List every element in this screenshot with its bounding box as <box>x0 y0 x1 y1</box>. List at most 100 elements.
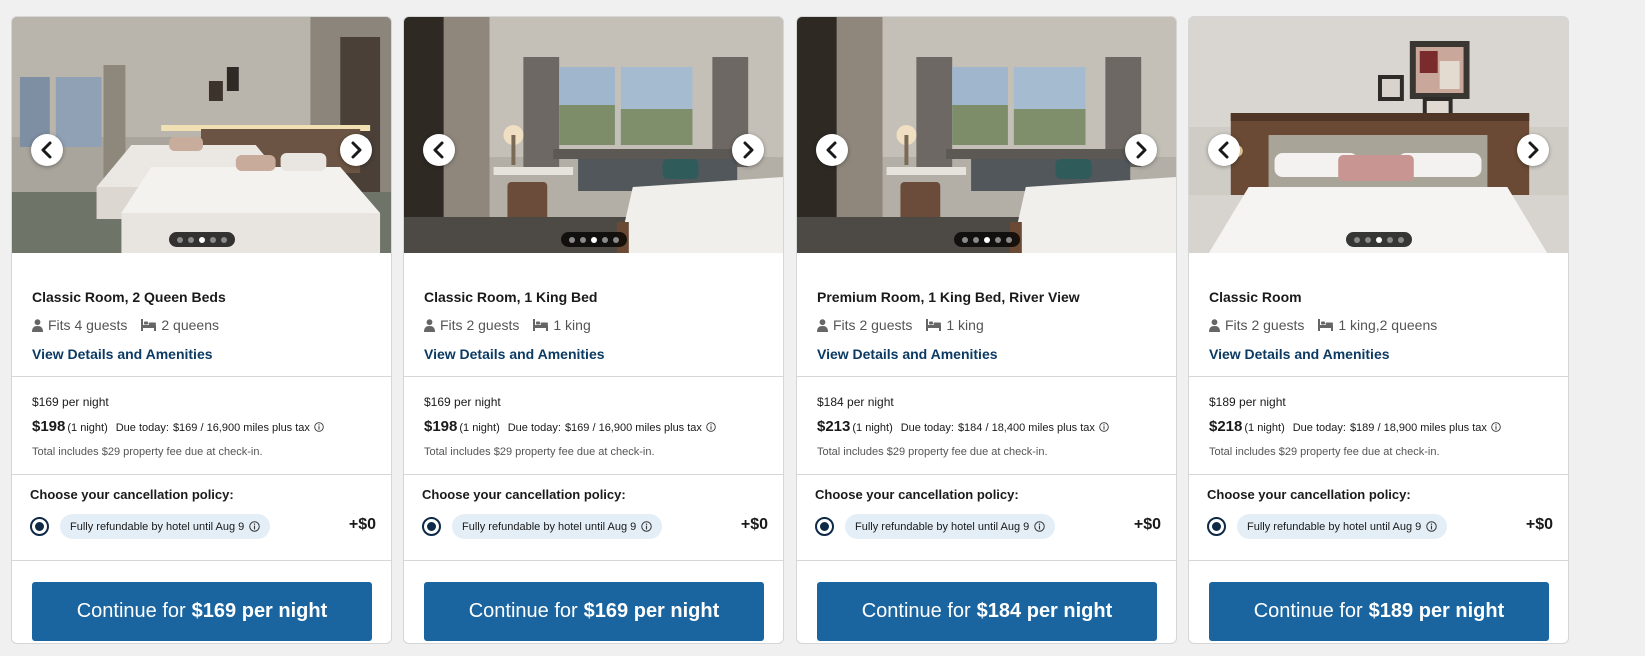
property-fee-note: Total includes $29 property fee due at c… <box>424 446 655 458</box>
bed-type-text: 1 king <box>553 317 591 333</box>
view-details-link[interactable]: View Details and Amenities <box>1209 346 1390 362</box>
due-today-label: Due today: <box>1292 422 1346 434</box>
photo-pagination <box>168 232 235 247</box>
continue-button[interactable]: Continue for $189 per night <box>1209 582 1549 641</box>
night-count: (1 night) <box>67 422 108 434</box>
photo-dot[interactable] <box>972 236 979 243</box>
due-today-label: Due today: <box>115 422 169 434</box>
due-today-value: $169 / 16,900 miles plus tax <box>564 422 702 434</box>
room-photo-carousel[interactable] <box>797 17 1176 253</box>
view-details-link[interactable]: View Details and Amenities <box>32 346 213 362</box>
photo-dot[interactable] <box>612 236 619 243</box>
next-photo-button[interactable] <box>732 134 764 166</box>
refund-policy-badge[interactable]: Fully refundable by hotel until Aug 9 <box>845 514 1056 539</box>
photo-dot[interactable] <box>601 236 608 243</box>
night-count: (1 night) <box>1244 422 1285 434</box>
room-card: Classic Room Fits 2 guests 1 king,2 quee… <box>1188 16 1569 644</box>
room-features: Fits 2 guests 1 king <box>424 317 605 333</box>
bed-icon <box>1318 319 1334 331</box>
photo-pagination <box>560 232 627 247</box>
cancellation-section: Choose your cancellation policy: Fully r… <box>1189 475 1568 561</box>
person-icon <box>1209 318 1220 332</box>
info-icon[interactable] <box>314 422 324 432</box>
info-icon[interactable] <box>1099 422 1109 432</box>
guest-capacity-text: Fits 2 guests <box>440 317 520 333</box>
photo-dot[interactable] <box>1353 236 1360 243</box>
photo-pagination <box>1345 232 1412 247</box>
room-photo-carousel[interactable] <box>404 17 783 253</box>
guest-capacity: Fits 2 guests <box>424 317 519 333</box>
chevron-left-icon <box>41 141 52 159</box>
cancellation-policy-radio[interactable] <box>422 517 441 536</box>
room-features: Fits 4 guests 2 queens <box>32 317 233 333</box>
previous-photo-button[interactable] <box>1208 134 1240 166</box>
nightly-rate: $169 per night <box>424 395 501 409</box>
price-summary: $213 (1 night) Due today: $184 / 18,400 … <box>817 418 1109 435</box>
photo-dot[interactable] <box>590 236 597 243</box>
room-photo-carousel[interactable] <box>1189 17 1568 253</box>
previous-photo-button[interactable] <box>423 134 455 166</box>
room-card: Classic Room, 2 Queen Beds Fits 4 guests… <box>11 16 392 644</box>
policy-extra-cost: +$0 <box>348 516 376 533</box>
continue-button-prefix: Continue for <box>76 600 186 622</box>
continue-button-price: $189 per night <box>1368 600 1505 622</box>
photo-dot[interactable] <box>579 236 586 243</box>
cancellation-section: Choose your cancellation policy: Fully r… <box>12 475 391 561</box>
refund-policy-text: Fully refundable by hotel until Aug 9 <box>70 520 245 533</box>
continue-button[interactable]: Continue for $169 per night <box>32 582 372 641</box>
next-photo-button[interactable] <box>340 134 372 166</box>
nightly-rate: $169 per night <box>32 395 109 409</box>
photo-dot[interactable] <box>1397 236 1404 243</box>
person-icon <box>817 318 828 332</box>
person-icon <box>32 318 43 332</box>
cancellation-policy-radio[interactable] <box>1207 517 1226 536</box>
next-photo-button[interactable] <box>1517 134 1549 166</box>
previous-photo-button[interactable] <box>31 134 63 166</box>
cancellation-policy-radio[interactable] <box>815 517 834 536</box>
continue-button[interactable]: Continue for $184 per night <box>817 582 1157 641</box>
photo-dot[interactable] <box>220 236 227 243</box>
info-icon[interactable] <box>706 422 716 432</box>
photo-dot[interactable] <box>961 236 968 243</box>
continue-button-price: $184 per night <box>976 600 1113 622</box>
cancellation-policy-radio[interactable] <box>30 517 49 536</box>
photo-dot[interactable] <box>198 236 205 243</box>
photo-dot[interactable] <box>209 236 216 243</box>
info-icon[interactable] <box>1491 422 1501 432</box>
photo-dot[interactable] <box>568 236 575 243</box>
cancellation-heading: Choose your cancellation policy: <box>422 487 626 502</box>
next-photo-button[interactable] <box>1125 134 1157 166</box>
refund-policy-badge[interactable]: Fully refundable by hotel until Aug 9 <box>1237 514 1448 539</box>
photo-dot[interactable] <box>1386 236 1393 243</box>
due-today-label: Due today: <box>507 422 561 434</box>
photo-dot[interactable] <box>1005 236 1012 243</box>
photo-dot[interactable] <box>1364 236 1371 243</box>
room-photo-carousel[interactable] <box>12 17 391 253</box>
room-card: Classic Room, 1 King Bed Fits 2 guests 1… <box>403 16 784 644</box>
photo-dot[interactable] <box>1375 236 1382 243</box>
photo-dot[interactable] <box>187 236 194 243</box>
guest-capacity: Fits 2 guests <box>1209 317 1304 333</box>
photo-dot[interactable] <box>994 236 1001 243</box>
view-details-link[interactable]: View Details and Amenities <box>424 346 605 362</box>
room-photo-image <box>1189 17 1568 253</box>
nightly-rate: $184 per night <box>817 395 894 409</box>
bed-type: 2 queens <box>141 317 219 333</box>
continue-button[interactable]: Continue for $169 per night <box>424 582 764 641</box>
view-details-link[interactable]: View Details and Amenities <box>817 346 998 362</box>
room-photo-image <box>404 17 783 253</box>
bed-type-text: 1 king <box>946 317 984 333</box>
continue-button-price: $169 per night <box>583 600 720 622</box>
chevron-left-icon <box>826 141 837 159</box>
refund-policy-badge[interactable]: Fully refundable by hotel until Aug 9 <box>452 514 663 539</box>
room-photo-image <box>797 17 1176 253</box>
bed-type: 1 king <box>533 317 591 333</box>
cancellation-heading: Choose your cancellation policy: <box>1207 487 1411 502</box>
photo-dot[interactable] <box>176 236 183 243</box>
previous-photo-button[interactable] <box>816 134 848 166</box>
photo-dot[interactable] <box>983 236 990 243</box>
refund-policy-badge[interactable]: Fully refundable by hotel until Aug 9 <box>60 514 271 539</box>
price-section: $184 per night $213 (1 night) Due today:… <box>797 377 1176 475</box>
room-info-section: Classic Room, 2 Queen Beds Fits 4 guests… <box>12 253 391 377</box>
info-icon <box>249 521 261 532</box>
